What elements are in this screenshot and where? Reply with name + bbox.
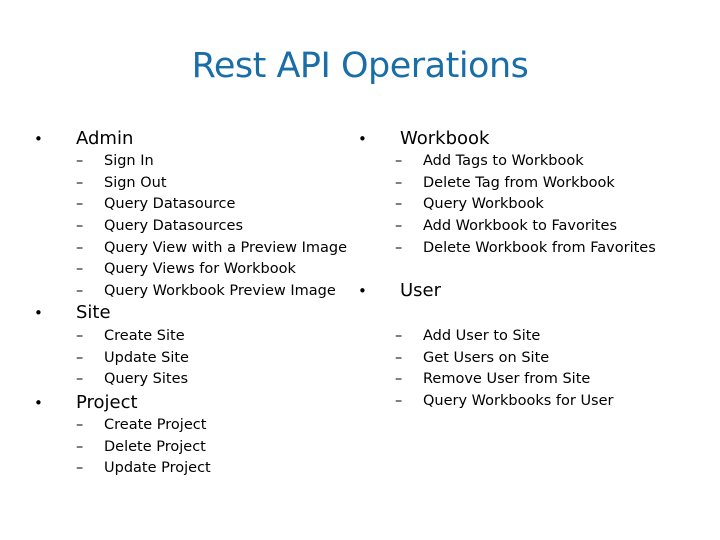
section-label: Site bbox=[76, 302, 111, 323]
list-item-label: Query Views for Workbook bbox=[104, 261, 296, 278]
list-item: – Delete Tag from Workbook bbox=[395, 172, 615, 194]
dash-icon: – bbox=[395, 392, 403, 409]
bullet-icon: • bbox=[358, 129, 367, 148]
list-item: – Create Site bbox=[76, 325, 185, 347]
dash-icon: – bbox=[76, 283, 84, 300]
dash-icon: – bbox=[76, 371, 84, 388]
dash-icon: – bbox=[395, 217, 403, 234]
list-item-label: Query Workbook Preview Image bbox=[104, 283, 336, 300]
list-item-label: Add Workbook to Favorites bbox=[423, 217, 618, 234]
list-item-label: Create Site bbox=[104, 327, 185, 344]
list-item-label: Add Tags to Workbook bbox=[423, 152, 584, 169]
section-heading-user: • User bbox=[358, 280, 441, 301]
dash-icon: – bbox=[76, 217, 84, 234]
dash-icon: – bbox=[76, 174, 84, 191]
list-item: – Query Workbooks for User bbox=[395, 390, 614, 412]
list-item-label: Sign Out bbox=[104, 174, 167, 191]
list-item: – Get Users on Site bbox=[395, 347, 549, 369]
list-item: – Query Views for Workbook bbox=[76, 259, 296, 281]
section-label: Project bbox=[76, 392, 138, 413]
list-item-label: Add User to Site bbox=[423, 327, 541, 344]
list-item: – Update Site bbox=[76, 347, 189, 369]
list-item: – Sign Out bbox=[76, 172, 167, 194]
dash-icon: – bbox=[76, 460, 84, 477]
list-item: – Query Datasource bbox=[76, 193, 235, 215]
list-item-label: Delete Project bbox=[104, 438, 206, 455]
list-item: – Query Sites bbox=[76, 368, 188, 390]
section-heading-project: • Project bbox=[34, 392, 138, 413]
list-item: – Add Workbook to Favorites bbox=[395, 215, 617, 237]
list-item: – Sign In bbox=[76, 150, 154, 172]
dash-icon: – bbox=[76, 416, 84, 433]
section-label: Admin bbox=[76, 128, 134, 149]
section-heading-workbook: • Workbook bbox=[358, 128, 489, 149]
dash-icon: – bbox=[76, 349, 84, 366]
dash-icon: – bbox=[395, 196, 403, 213]
dash-icon: – bbox=[395, 349, 403, 366]
list-item: – Delete Workbook from Favorites bbox=[395, 237, 656, 259]
list-item-label: Update Project bbox=[104, 460, 211, 477]
bullet-icon: • bbox=[34, 129, 43, 148]
list-item: – Update Project bbox=[76, 457, 211, 479]
dash-icon: – bbox=[76, 152, 84, 169]
dash-icon: – bbox=[76, 438, 84, 455]
list-item: – Add Tags to Workbook bbox=[395, 150, 584, 172]
list-item: – Create Project bbox=[76, 414, 206, 436]
list-item: – Delete Project bbox=[76, 436, 206, 458]
list-item-label: Query View with a Preview Image bbox=[104, 239, 348, 256]
dash-icon: – bbox=[76, 239, 84, 256]
list-item-label: Update Site bbox=[104, 349, 189, 366]
bullet-icon: • bbox=[34, 303, 43, 322]
list-item-label: Delete Workbook from Favorites bbox=[423, 239, 656, 256]
list-item-label: Remove User from Site bbox=[423, 371, 591, 388]
bullet-icon: • bbox=[34, 393, 43, 412]
list-item-label: Query Sites bbox=[104, 371, 189, 388]
dash-icon: – bbox=[395, 174, 403, 191]
list-item-label: Delete Tag from Workbook bbox=[423, 174, 615, 191]
list-item: – Query Workbook Preview Image bbox=[76, 280, 336, 302]
dash-icon: – bbox=[76, 261, 84, 278]
list-item-label: Query Datasource bbox=[104, 196, 236, 213]
list-item: – Query Datasources bbox=[76, 215, 243, 237]
list-item-label: Sign In bbox=[104, 152, 154, 169]
list-item-label: Query Workbooks for User bbox=[423, 392, 614, 409]
dash-icon: – bbox=[395, 152, 403, 169]
list-item-label: Get Users on Site bbox=[423, 349, 550, 366]
section-heading-site: • Site bbox=[34, 302, 111, 323]
list-item: – Add User to Site bbox=[395, 325, 540, 347]
bullet-icon: • bbox=[358, 281, 367, 300]
list-item-label: Query Datasources bbox=[104, 217, 244, 234]
list-item: – Remove User from Site bbox=[395, 368, 590, 390]
slide-title: Rest API Operations bbox=[191, 46, 529, 86]
list-item: – Query Workbook bbox=[395, 193, 544, 215]
dash-icon: – bbox=[76, 196, 84, 213]
dash-icon: – bbox=[395, 327, 403, 344]
dash-icon: – bbox=[76, 327, 84, 344]
list-item-label: Query Workbook bbox=[423, 196, 544, 213]
list-item: – Query View with a Preview Image bbox=[76, 237, 347, 259]
dash-icon: – bbox=[395, 371, 403, 388]
dash-icon: – bbox=[395, 239, 403, 256]
section-heading-admin: • Admin bbox=[34, 128, 133, 149]
section-label: Workbook bbox=[400, 128, 490, 149]
list-item-label: Create Project bbox=[104, 416, 207, 433]
section-label: User bbox=[400, 280, 442, 301]
